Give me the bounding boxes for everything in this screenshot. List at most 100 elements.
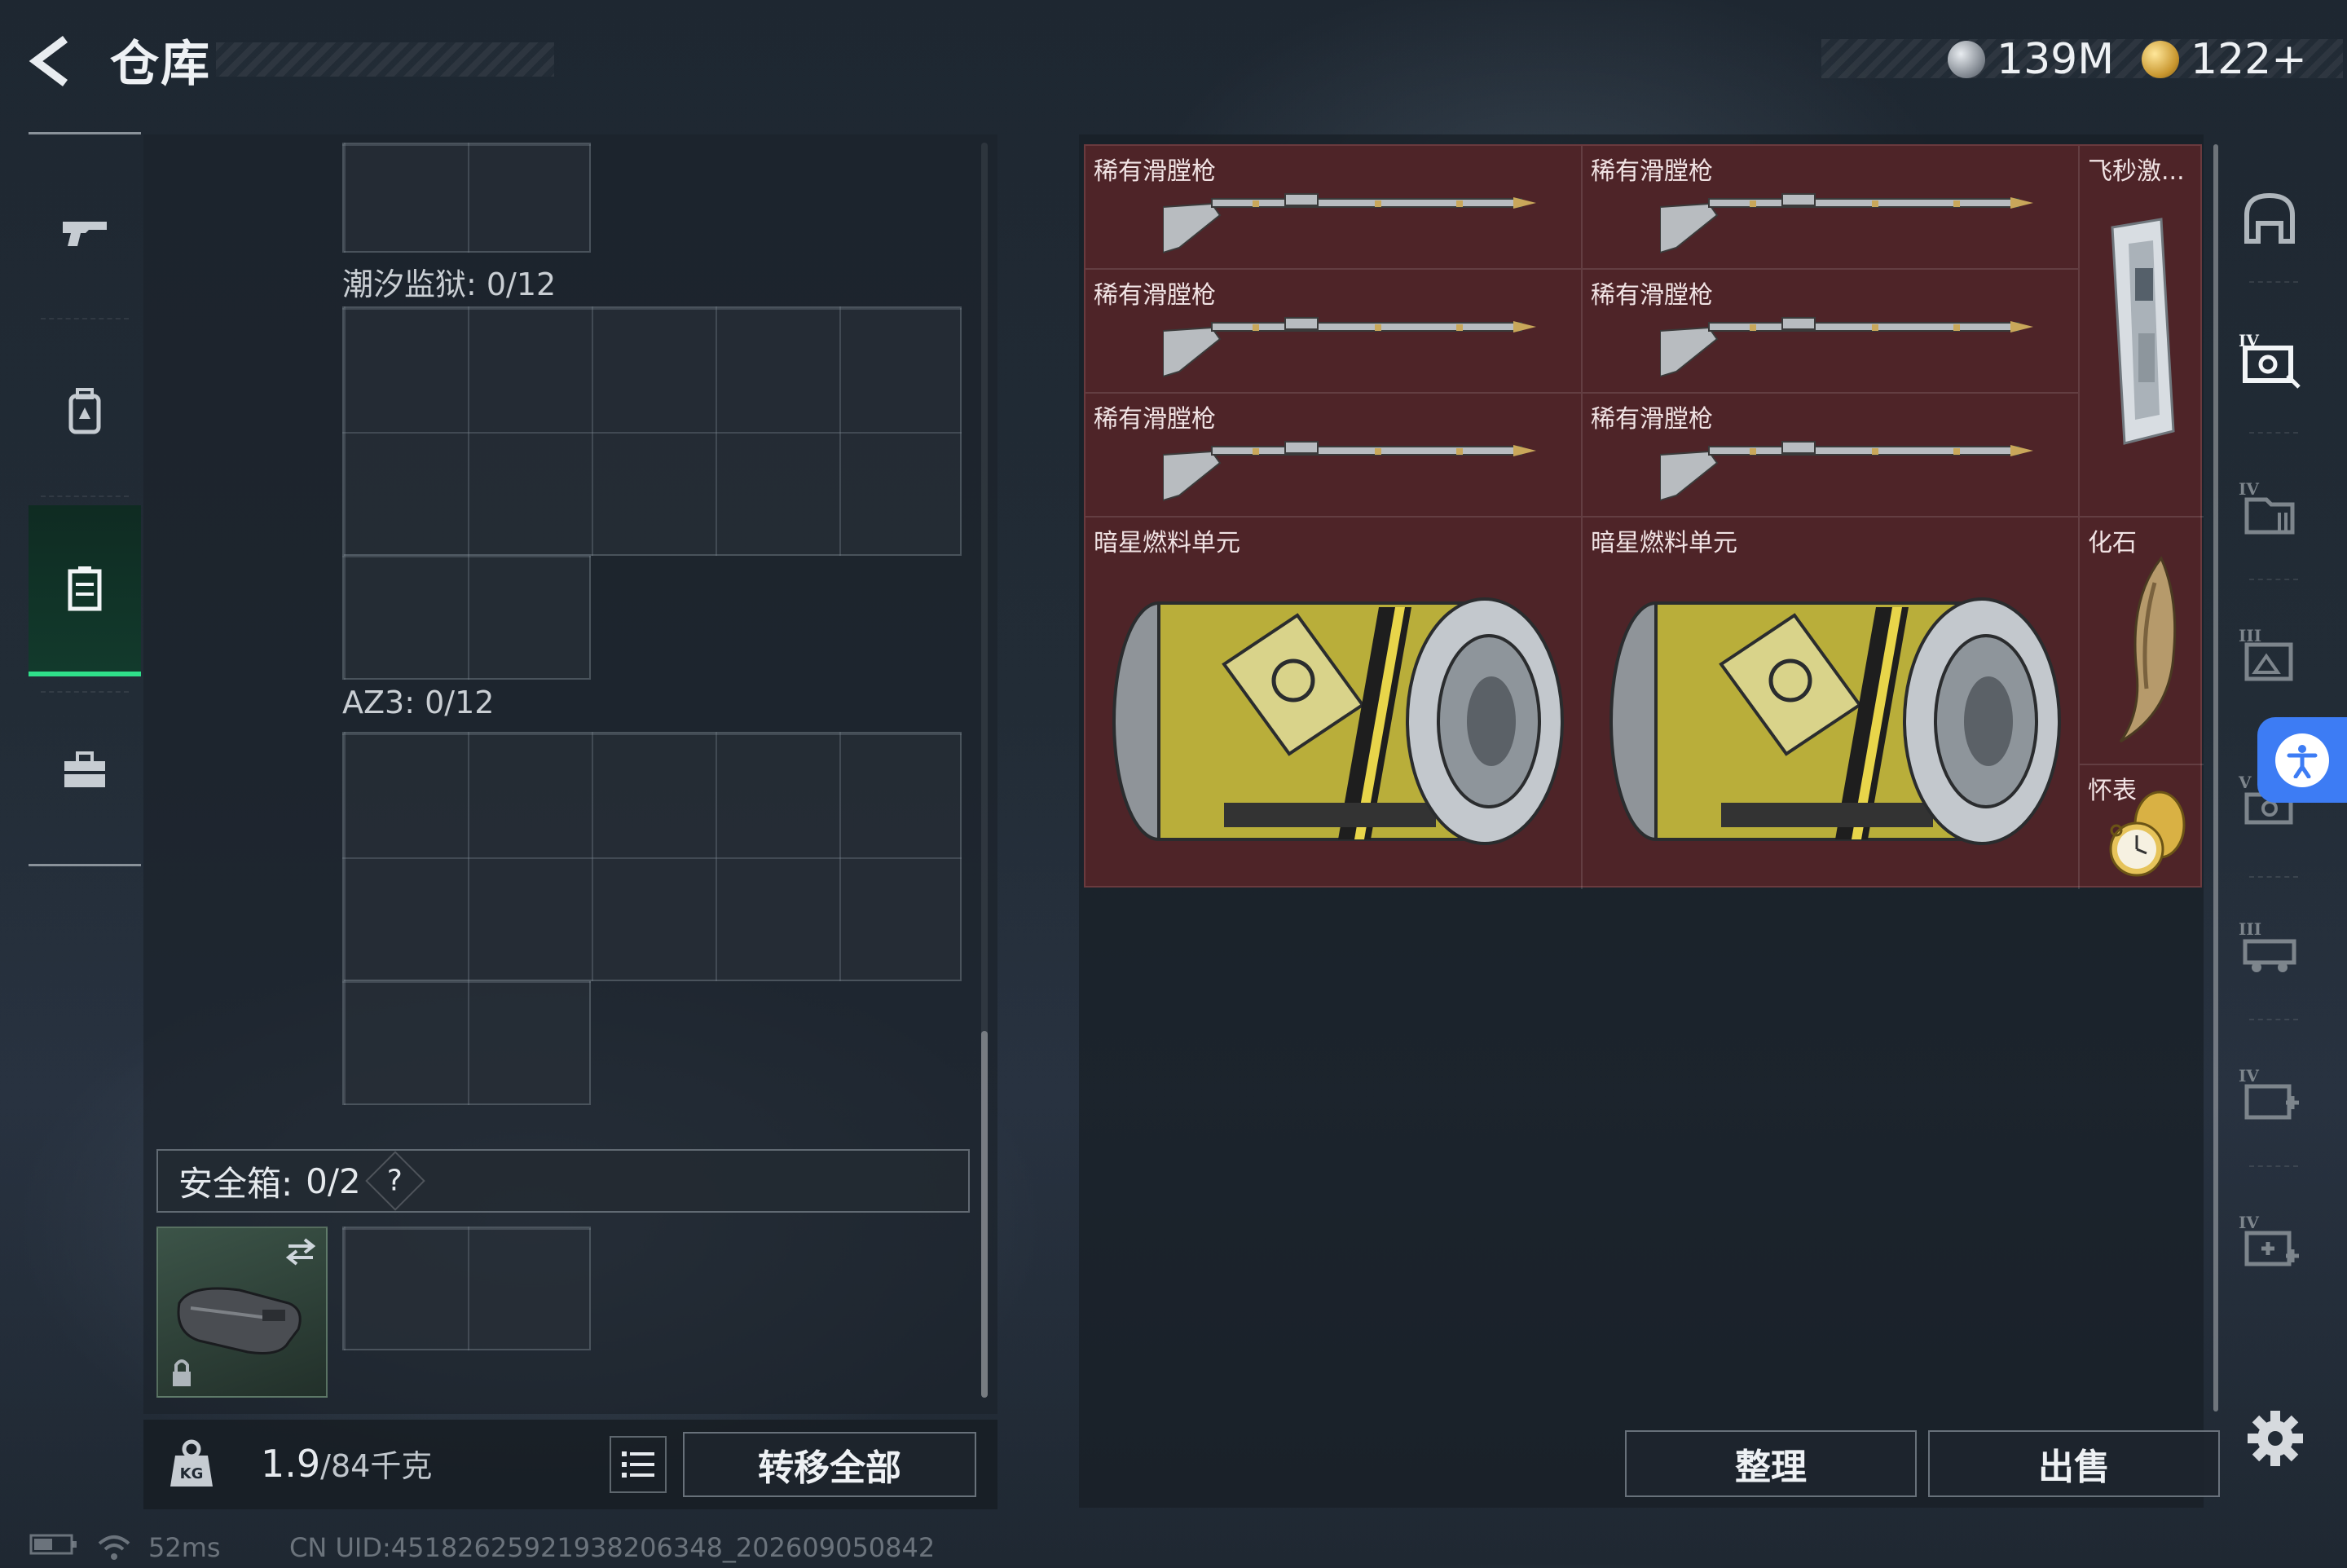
tier4-safe-icon: IV [2239, 331, 2301, 389]
nav-bottom-line [29, 864, 141, 866]
musket-icon [1660, 441, 2033, 502]
nav-weapons[interactable] [29, 167, 141, 297]
sell-button[interactable]: 出售 [1928, 1430, 2220, 1497]
list-view-button[interactable] [610, 1436, 667, 1493]
safebox-case-icon [173, 1238, 316, 1386]
item-femtosecond-laser[interactable]: 飞秒激... [2080, 146, 2204, 518]
tide-prison-grid-bottom[interactable] [342, 554, 591, 680]
sort-button[interactable]: 整理 [1625, 1430, 1917, 1497]
category-tier4-medkit[interactable]: IV [2229, 1055, 2310, 1137]
item-pocket-watch[interactable]: 怀表 [2080, 765, 2204, 889]
item-rare-musket[interactable]: 稀有滑膛枪 [1085, 146, 1583, 270]
fuel-canister-icon [1609, 597, 2061, 845]
silver-coin-icon [1948, 41, 1985, 78]
item-fossil[interactable]: 化石 [2080, 518, 2204, 765]
nav-backpack[interactable] [29, 346, 141, 477]
nav-storage[interactable] [29, 505, 141, 676]
backpack-icon [68, 388, 101, 434]
transfer-all-button[interactable]: 转移全部 [683, 1432, 976, 1497]
currency-gold[interactable]: 122+ [2142, 31, 2307, 88]
weight-capacity: /84千克 [320, 1448, 433, 1484]
pocket-watch-icon [2109, 791, 2186, 877]
item-name: 飞秒激... [2088, 157, 2185, 186]
weight-value: 1.9 [261, 1442, 321, 1486]
category-tier3-chart[interactable]: III [2229, 615, 2310, 697]
wifi-icon [96, 1532, 132, 1568]
gold-coin-icon [2142, 41, 2179, 78]
svg-text:IV: IV [2239, 1066, 2259, 1086]
tier4-folder-icon: IV [2239, 479, 2295, 535]
item-rare-musket[interactable]: 稀有滑膛枪 [1085, 394, 1583, 518]
item-rare-musket[interactable]: 稀有滑膛枪 [1583, 394, 2080, 518]
top-bar: 仓库 139M 122+ [0, 0, 2347, 122]
category-tier4-folder[interactable]: IV [2229, 469, 2310, 550]
accessibility-button[interactable] [2257, 717, 2347, 803]
safebox-help-button[interactable]: ? [364, 1151, 425, 1211]
currency-gold-value: 122+ [2191, 35, 2307, 84]
weight-readout: 1.9/84千克 [261, 1441, 432, 1486]
category-tier3-vehicle[interactable]: III [2229, 909, 2310, 990]
category-divider [2249, 281, 2298, 283]
safebox-header: 安全箱: 0/2 ? [156, 1149, 970, 1213]
category-tier4-safe[interactable]: IV [2229, 320, 2310, 402]
fuel-canister-icon [1112, 597, 1564, 845]
currency-silver-value: 139M [1997, 35, 2115, 84]
list-icon [622, 1451, 654, 1478]
safebox-item[interactable] [156, 1227, 328, 1398]
laser-device-icon [2111, 218, 2175, 445]
az3-grid-top[interactable] [342, 732, 962, 981]
left-scroll-thumb[interactable] [981, 1031, 988, 1398]
help-icon: ? [387, 1164, 403, 1198]
tier3-vehicle-icon: III [2239, 919, 2296, 972]
uid-text: CN UID:4518262592193820634​8_20260905084… [289, 1532, 936, 1563]
ping-text: 52ms [148, 1532, 221, 1563]
musket-icon [1660, 193, 2033, 254]
container-grid-top[interactable] [342, 143, 591, 253]
svg-text:III: III [2239, 919, 2261, 939]
back-arrow-icon [29, 36, 68, 86]
item-rare-musket[interactable]: 稀有滑膛枪 [1583, 270, 2080, 394]
toolbox-icon [64, 751, 105, 787]
gear-icon [2248, 1411, 2303, 1466]
nav-divider [41, 496, 129, 497]
accessibility-icon [2275, 733, 2329, 787]
category-divider [2249, 876, 2298, 878]
category-tier4-medkit-plus[interactable]: IV [2229, 1202, 2310, 1284]
nav-top-line [29, 132, 141, 134]
az3-grid-bottom[interactable] [342, 980, 591, 1105]
svg-text:IV: IV [2239, 1213, 2259, 1232]
fossil-claw-icon [2119, 556, 2177, 743]
safebox-slot[interactable] [342, 1227, 591, 1350]
item-name: 暗星燃料单元 [1591, 529, 1737, 557]
nav-divider [41, 318, 129, 319]
settings-button[interactable] [2243, 1406, 2308, 1471]
musket-icon [1163, 193, 1536, 254]
stash-items: 稀有滑膛枪 稀有滑膛枪 稀有滑膛枪 稀有滑膛枪 稀有滑膛枪 稀有滑膛枪 飞秒激.… [1084, 144, 2204, 889]
category-divider [2249, 579, 2298, 580]
musket-icon [1163, 441, 1536, 502]
svg-text:III: III [2239, 626, 2261, 645]
item-rare-musket[interactable]: 稀有滑膛枪 [1583, 146, 2080, 270]
battery-icon [29, 1532, 78, 1563]
tier4-medkit-plus-icon: IV [2239, 1213, 2299, 1266]
currency-silver[interactable]: 139M [1948, 31, 2114, 88]
page-title: 仓库 [110, 36, 211, 93]
stash-scrollbar[interactable] [2213, 144, 2218, 1412]
item-darkstar-fuel-unit[interactable]: 暗星燃料单元 [1583, 518, 2080, 889]
item-darkstar-fuel-unit[interactable]: 暗星燃料单元 [1085, 518, 1583, 889]
safebox-count: 0/2 [306, 1161, 361, 1201]
tier4-medkit-icon: IV [2239, 1066, 2299, 1120]
pistol-icon [63, 222, 107, 246]
back-button[interactable] [24, 33, 90, 90]
category-divider [2249, 1165, 2298, 1167]
safebox-label: 安全箱: [178, 1163, 293, 1204]
nav-toolbox[interactable] [29, 705, 141, 835]
tier3-chart-icon: III [2239, 626, 2293, 681]
tide-prison-grid-top[interactable] [342, 306, 962, 556]
category-divider [2249, 432, 2298, 434]
category-helmet[interactable] [2229, 179, 2310, 261]
item-name: 暗星燃料单元 [1094, 529, 1240, 557]
musket-icon [1163, 317, 1536, 378]
item-rare-musket[interactable]: 稀有滑膛枪 [1085, 270, 1583, 394]
svg-text:IV: IV [2239, 479, 2259, 499]
